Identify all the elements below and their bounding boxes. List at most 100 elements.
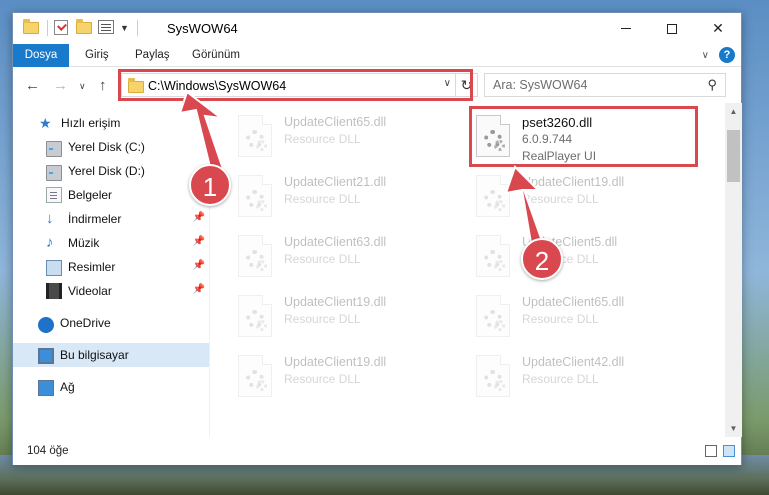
dll-file-icon — [238, 235, 272, 277]
address-bar[interactable]: C:\Windows\SysWOW64 ∨ ↻ — [121, 73, 478, 97]
forward-arrow-icon[interactable]: → — [53, 77, 68, 94]
scroll-down-icon[interactable]: ▼ — [725, 420, 742, 437]
window-controls: ✕ — [603, 13, 741, 44]
tab-view[interactable]: Görünüm — [192, 44, 240, 67]
file-name: UpdateClient19.dll — [284, 355, 387, 369]
drive-icon — [46, 140, 62, 157]
sidebar-item-music[interactable]: ♪ Müzik 📌 — [13, 231, 209, 255]
properties-icon[interactable] — [98, 20, 114, 36]
tab-share[interactable]: Paylaş — [135, 44, 170, 67]
file-type: Resource DLL — [284, 372, 361, 386]
sidebar-item-label: Belgeler — [68, 188, 113, 202]
file-item[interactable]: UpdateClient65.dll Resource DLL — [238, 113, 463, 171]
tab-home[interactable]: Giriş — [85, 44, 109, 67]
documents-icon — [46, 187, 62, 203]
file-item[interactable]: UpdateClient5.dll Resource DLL — [476, 233, 701, 291]
star-icon: ★ — [39, 115, 52, 131]
search-input[interactable] — [493, 78, 693, 92]
pin-icon[interactable]: 📌 — [193, 212, 205, 223]
search-box[interactable]: ⚲ — [484, 73, 726, 97]
sidebar-item-network[interactable]: Ağ — [13, 375, 209, 399]
file-item[interactable]: UpdateClient19.dll Resource DLL — [476, 173, 701, 231]
scrollbar-thumb[interactable] — [727, 130, 740, 182]
sidebar-item-label: Yerel Disk (D:) — [68, 164, 145, 178]
file-item[interactable]: UpdateClient42.dll Resource DLL — [476, 353, 701, 411]
vertical-scrollbar[interactable]: ▲ ▼ — [725, 103, 742, 437]
file-type: Resource DLL — [522, 312, 599, 326]
sidebar-item-label: Bu bilgisayar — [60, 348, 129, 362]
toolbar-divider — [136, 20, 138, 36]
tab-file[interactable]: Dosya — [13, 44, 69, 67]
folder-icon — [128, 78, 144, 93]
sidebar-item-downloads[interactable]: ↓ İndirmeler 📌 — [13, 207, 209, 231]
minimize-button[interactable] — [603, 13, 649, 44]
refresh-icon[interactable]: ↻ — [455, 74, 477, 96]
pin-icon[interactable]: 📌 — [193, 236, 205, 247]
help-icon[interactable]: ? — [719, 47, 735, 63]
search-icon[interactable]: ⚲ — [707, 77, 717, 93]
cloud-icon — [38, 317, 54, 333]
scroll-up-icon[interactable]: ▲ — [725, 103, 742, 120]
details-view-icon[interactable] — [705, 445, 717, 457]
maximize-icon — [667, 23, 677, 34]
dll-file-icon — [476, 115, 510, 157]
sidebar-item-local-disk-c[interactable]: Yerel Disk (C:) — [13, 135, 209, 159]
up-arrow-icon[interactable]: ↑ — [99, 77, 107, 94]
file-name: UpdateClient63.dll — [284, 235, 387, 249]
properties-check-icon[interactable] — [54, 20, 70, 36]
dll-file-icon — [238, 175, 272, 217]
file-name: pset3260.dll — [522, 115, 593, 130]
dll-file-icon — [476, 235, 510, 277]
close-button[interactable]: ✕ — [695, 13, 741, 44]
maximize-button[interactable] — [649, 13, 695, 44]
sidebar-item-videos[interactable]: Videolar 📌 — [13, 279, 209, 303]
videos-icon — [46, 283, 62, 299]
file-name: UpdateClient65.dll — [522, 295, 625, 309]
new-folder-icon[interactable] — [76, 19, 92, 36]
sidebar-item-label: OneDrive — [60, 316, 111, 330]
file-description: RealPlayer UI — [522, 149, 597, 163]
sidebar-item-documents[interactable]: Belgeler 📌 — [13, 183, 209, 207]
drive-icon — [46, 164, 62, 181]
folder-icon[interactable] — [23, 19, 39, 36]
ribbon-tabs: Dosya Giriş Paylaş Görünüm ∨ ? — [13, 44, 741, 67]
file-type: Resource DLL — [522, 372, 599, 386]
quick-access-toolbar: ▼ — [23, 19, 138, 36]
expand-ribbon-icon[interactable]: ∨ — [702, 50, 709, 61]
customize-toolbar-icon[interactable]: ▼ — [120, 23, 129, 33]
large-icons-view-icon[interactable] — [723, 445, 735, 457]
file-name: UpdateClient21.dll — [284, 175, 387, 189]
back-arrow-icon[interactable]: ← — [25, 77, 40, 94]
callout-badge-2: 2 — [521, 238, 563, 280]
sidebar-item-onedrive[interactable]: OneDrive — [13, 311, 209, 335]
explorer-window: ▼ SysWOW64 ✕ Dosya Giriş Paylaş Görünüm … — [12, 12, 742, 465]
file-type: Resource DLL — [284, 252, 361, 266]
dll-file-icon — [476, 175, 510, 217]
computer-icon — [38, 347, 54, 364]
minimize-icon — [621, 28, 631, 29]
file-item[interactable]: UpdateClient65.dll Resource DLL — [476, 293, 701, 351]
chevron-down-icon[interactable]: ∨ — [444, 78, 451, 89]
sidebar-item-quick-access[interactable]: ★ Hızlı erişim — [13, 111, 209, 135]
sidebar-item-local-disk-d[interactable]: Yerel Disk (D:) — [13, 159, 209, 183]
navigation-bar: ← → ∨ ↑ C:\Windows\SysWOW64 ∨ ↻ ⚲ — [13, 67, 741, 103]
navigation-pane: ★ Hızlı erişim Yerel Disk (C:) Yerel Dis… — [13, 103, 209, 437]
item-count: 104 öğe — [27, 445, 69, 457]
window-title: SysWOW64 — [167, 21, 238, 36]
file-item[interactable]: UpdateClient19.dll Resource DLL — [238, 353, 463, 411]
sidebar-item-this-pc[interactable]: Bu bilgisayar — [13, 343, 209, 367]
file-name: UpdateClient42.dll — [522, 355, 625, 369]
toolbar-divider — [47, 20, 48, 36]
file-item[interactable]: UpdateClient21.dll Resource DLL — [238, 173, 463, 231]
close-icon: ✕ — [712, 20, 724, 36]
recent-locations-icon[interactable]: ∨ — [79, 81, 86, 92]
pictures-icon — [46, 260, 62, 276]
address-path[interactable]: C:\Windows\SysWOW64 — [148, 79, 286, 93]
pin-icon[interactable]: 📌 — [193, 284, 205, 295]
file-item[interactable]: UpdateClient63.dll Resource DLL — [238, 233, 463, 291]
file-item[interactable]: UpdateClient19.dll Resource DLL — [238, 293, 463, 351]
sidebar-item-pictures[interactable]: Resimler 📌 — [13, 255, 209, 279]
pin-icon[interactable]: 📌 — [193, 260, 205, 271]
file-type: Resource DLL — [284, 192, 361, 206]
file-item-pset3260[interactable]: pset3260.dll 6.0.9.744 RealPlayer UI — [476, 113, 701, 171]
